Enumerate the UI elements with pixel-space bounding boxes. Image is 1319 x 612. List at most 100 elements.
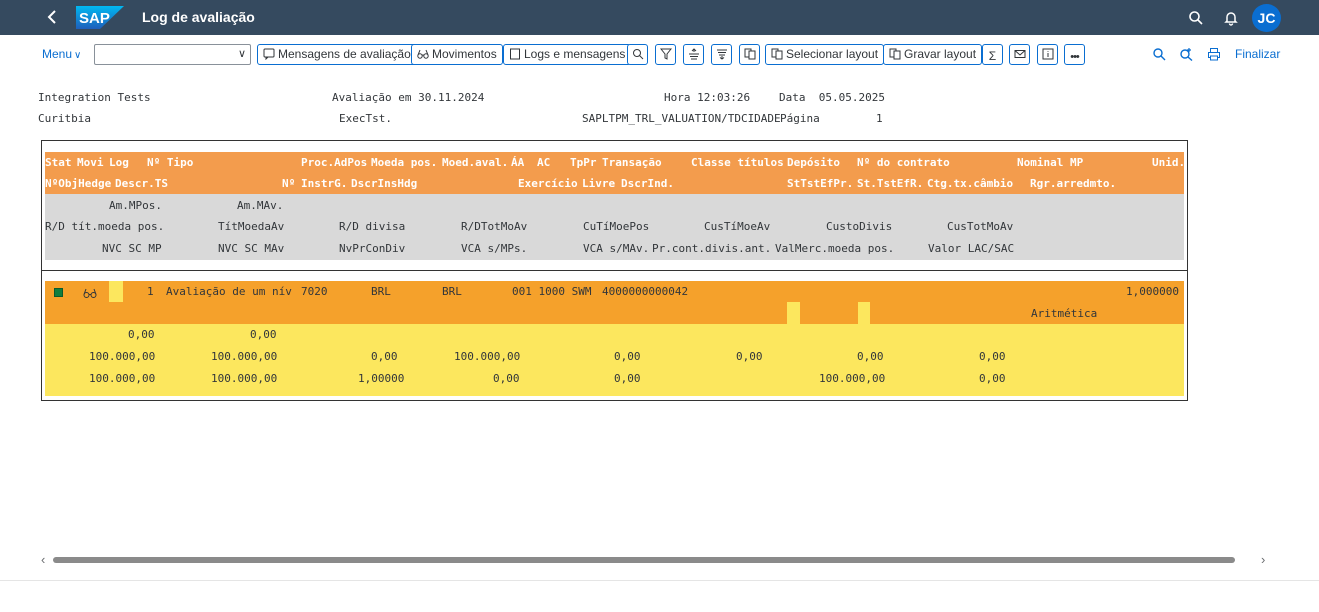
message-icon xyxy=(263,47,275,61)
report-company: Integration Tests xyxy=(38,91,151,104)
copy-icon xyxy=(744,47,756,60)
row-titmoedaav: 100.000,00 xyxy=(211,350,278,363)
col-tppr: TpPr xyxy=(570,156,597,169)
col-livre: Livre xyxy=(582,177,616,190)
sort-ascending-icon xyxy=(688,47,700,60)
sttstefpr-cell-highlight xyxy=(787,302,800,324)
sum-icon: Σ xyxy=(988,49,997,63)
col-custimoeav: CusTíMoeAv xyxy=(704,220,771,233)
table-row[interactable]: 1 Avaliação de um nív 7020 BRL BRL 001 1… xyxy=(45,281,1184,324)
col-log: Log xyxy=(109,156,129,169)
col-num: Nº xyxy=(282,177,296,190)
col-classe-titulos: Classe títulos xyxy=(691,156,784,169)
report-time: Hora 12:03:26 xyxy=(664,91,751,104)
search-icon[interactable] xyxy=(1152,47,1166,61)
col-movi: Movi xyxy=(77,156,104,169)
col-rgr-arredmto: Rgr.arredmto. xyxy=(1030,177,1117,190)
select-layout-button[interactable]: Selecionar layout xyxy=(765,44,885,65)
col-valmerc-moeda-pos: ValMerc.moeda pos. xyxy=(775,242,895,255)
scroll-right-icon[interactable]: › xyxy=(1261,552,1265,567)
search-next-icon[interactable] xyxy=(1179,47,1193,62)
notifications-bell-icon[interactable] xyxy=(1222,9,1240,27)
sttstefr-cell-highlight xyxy=(858,302,870,324)
col-dscrinshdg: DscrInsHdg xyxy=(351,177,418,190)
scrollbar-thumb[interactable] xyxy=(53,557,1235,563)
search-icon[interactable] xyxy=(1187,9,1205,27)
glasses-icon[interactable] xyxy=(83,286,97,298)
col-cutimoepos: CuTíMoePos xyxy=(583,220,650,233)
sort-descending-icon xyxy=(716,47,728,60)
row-rdtotmoav: 100.000,00 xyxy=(454,350,521,363)
col-am-mpos: Am.MPos. xyxy=(109,199,162,212)
copy-button[interactable] xyxy=(739,44,760,65)
menu-button[interactable]: Menu ∨ xyxy=(42,47,81,61)
information-button[interactable] xyxy=(1037,44,1058,65)
row-regra: Aritmética xyxy=(1031,307,1098,320)
find-button[interactable] xyxy=(627,44,648,65)
chevron-down-icon: ∨ xyxy=(74,50,82,61)
sort-descending-button[interactable] xyxy=(711,44,732,65)
info-icon xyxy=(1042,47,1054,60)
row-nominal: 1,000000 xyxy=(1126,285,1179,298)
more-button[interactable]: ••• xyxy=(1064,44,1085,65)
col-exercicio: Exercício xyxy=(518,177,578,190)
row-nvc-sc-mp: 100.000,00 xyxy=(89,372,156,385)
row-nvprcondiv: 1,00000 xyxy=(358,372,405,385)
row-cutimoepos: 0,00 xyxy=(614,350,641,363)
row-rd-divisa: 0,00 xyxy=(371,350,398,363)
row-rd-tit-moeda-pos: 100.000,00 xyxy=(89,350,156,363)
row-tipo-descr: Avaliação de um nív xyxy=(166,285,292,298)
save-layout-label: Gravar layout xyxy=(904,47,977,61)
filter-button[interactable] xyxy=(655,44,676,65)
report-valuation-date: Avaliação em 30.11.2024 xyxy=(332,91,485,104)
select-layout-label: Selecionar layout xyxy=(786,47,879,61)
col-ctg-tx-cambio: Ctg.tx.câmbio xyxy=(927,177,1014,190)
logs-messages-button[interactable]: Logs e mensagens xyxy=(503,44,632,65)
col-moeda-pos: Moeda pos. xyxy=(371,156,438,169)
report-page-number: 1 xyxy=(876,112,883,125)
table-row-amounts[interactable]: 0,00 0,00 100.000,00 100.000,00 0,00 100… xyxy=(45,324,1184,396)
envelope-icon xyxy=(1014,47,1026,59)
horizontal-scrollbar[interactable]: ‹ › xyxy=(41,552,1270,567)
row-vca-smav: 0,00 xyxy=(614,372,641,385)
glasses-icon xyxy=(417,47,429,59)
finish-button[interactable]: Finalizar xyxy=(1235,47,1280,61)
col-vca-smps: VCA s/MPs. xyxy=(461,242,528,255)
sum-button[interactable]: Σ xyxy=(982,44,1003,65)
col-ac: AC xyxy=(537,156,551,169)
report-exec: ExecTst. xyxy=(339,112,392,125)
col-valor-lac-sac: Valor LAC/SAC xyxy=(928,242,1015,255)
col-vca-smav: VCA s/MAv. xyxy=(583,242,650,255)
row-number: 1 xyxy=(147,285,154,298)
application-toolbar: Menu ∨ ∨ Mensagens de avaliação Movimento… xyxy=(0,35,1319,75)
col-am-mav: Am.MAv. xyxy=(237,199,284,212)
col-instrg: InstrG. xyxy=(301,177,348,190)
row-custimoeav: 0,00 xyxy=(736,350,763,363)
scroll-left-icon[interactable]: ‹ xyxy=(41,552,45,567)
evaluation-messages-button[interactable]: Mensagens de avaliação xyxy=(257,44,417,65)
list-header-gray: Am.MPos. Am.MAv. R/D tít.moeda pos. TítM… xyxy=(45,194,1184,260)
svg-text:SAP: SAP xyxy=(79,10,110,27)
col-custotmoav: CusTotMoAv xyxy=(947,220,1014,233)
sort-ascending-button[interactable] xyxy=(683,44,704,65)
back-icon[interactable] xyxy=(44,8,62,26)
overflow-icon: ••• xyxy=(1070,51,1080,63)
send-mail-button[interactable] xyxy=(1009,44,1030,65)
print-icon[interactable] xyxy=(1207,47,1221,61)
col-transacao: Transação xyxy=(602,156,662,169)
command-field-select[interactable]: ∨ xyxy=(94,44,251,65)
row-transacao: 001 1000 SWM xyxy=(512,285,592,298)
col-aa: ÁA xyxy=(511,156,525,169)
row-vca-smps: 0,00 xyxy=(493,372,520,385)
chevron-down-icon[interactable]: ∨ xyxy=(238,47,246,60)
col-rdtotmoav: R/DTotMoAv xyxy=(461,220,528,233)
menu-label: Menu xyxy=(42,47,73,61)
list-separator xyxy=(42,270,1187,271)
sap-logo[interactable]: SAP xyxy=(76,6,124,29)
row-nvc-sc-mav: 100.000,00 xyxy=(211,372,278,385)
user-avatar[interactable]: JC xyxy=(1252,4,1281,32)
movements-button[interactable]: Movimentos xyxy=(411,44,503,65)
save-layout-button[interactable]: Gravar layout xyxy=(883,44,983,65)
col-pr-cont-divis-ant: Pr.cont.divis.ant. xyxy=(652,242,772,255)
col-nvc-sc-mav: NVC SC MAv xyxy=(218,242,285,255)
